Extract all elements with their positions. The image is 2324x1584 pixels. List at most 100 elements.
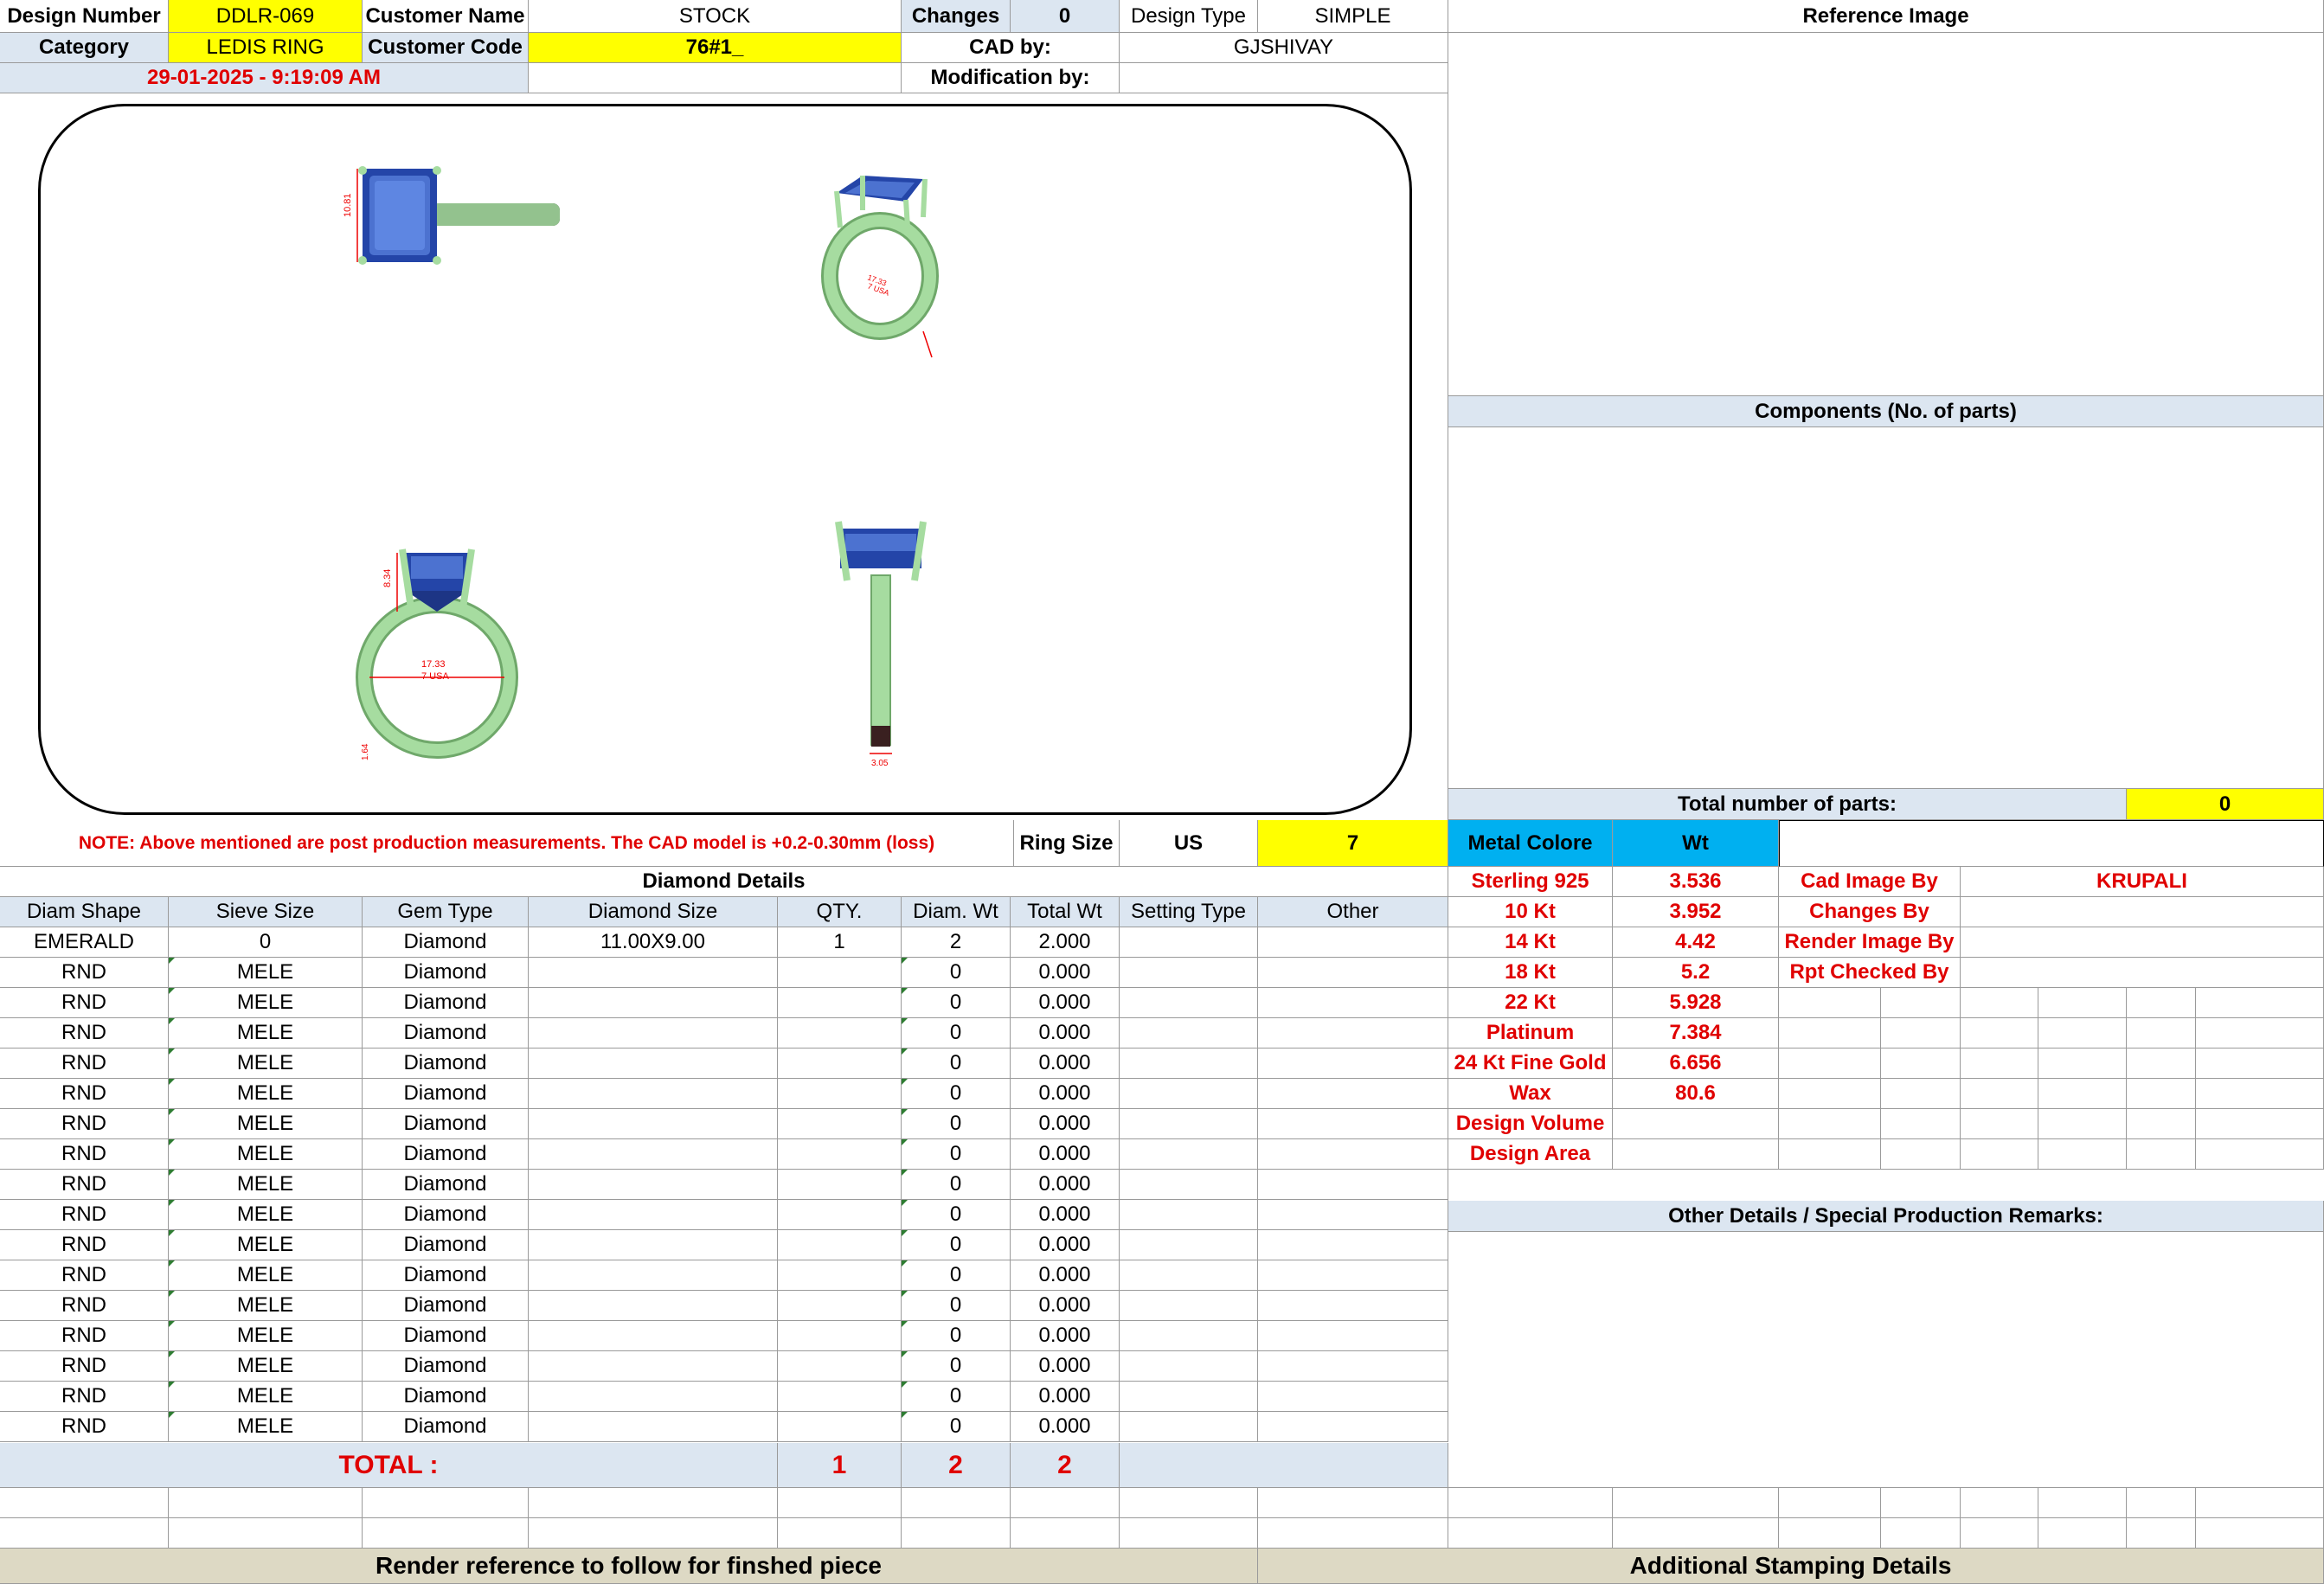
grid-cell[interactable]	[1011, 1488, 1120, 1518]
grid-cell[interactable]	[1779, 1109, 1881, 1139]
diamond-cell[interactable]	[529, 1018, 778, 1049]
diamond-cell[interactable]	[778, 1139, 902, 1170]
diamond-cell[interactable]: 0.000	[1011, 1230, 1120, 1260]
grid-cell[interactable]	[1779, 1139, 1881, 1170]
diamond-cell[interactable]: RND	[0, 1200, 169, 1230]
grid-cell[interactable]	[1881, 1518, 1961, 1549]
diamond-cell[interactable]	[1120, 1049, 1258, 1079]
metal-weight[interactable]: 6.656	[1613, 1049, 1779, 1079]
diamond-cell[interactable]	[1258, 1412, 1448, 1442]
diamond-cell[interactable]: EMERALD	[0, 927, 169, 958]
diamond-cell[interactable]: 0.000	[1011, 1260, 1120, 1291]
grid-cell[interactable]	[1961, 1018, 2038, 1049]
diamond-cell[interactable]: 0.000	[1011, 988, 1120, 1018]
diamond-cell[interactable]	[1120, 988, 1258, 1018]
grid-cell[interactable]	[2196, 1018, 2324, 1049]
credit-value[interactable]	[1961, 897, 2324, 927]
grid-cell[interactable]	[1961, 1109, 2038, 1139]
diamond-cell[interactable]	[778, 1382, 902, 1412]
diamond-cell[interactable]: 0.000	[1011, 958, 1120, 988]
grid-cell[interactable]	[1881, 988, 1961, 1018]
customer-code-value[interactable]: 76#1_	[529, 33, 902, 63]
diamond-cell[interactable]: RND	[0, 1382, 169, 1412]
diamond-cell[interactable]: MELE	[169, 1260, 363, 1291]
credit-value[interactable]: KRUPALI	[1961, 867, 2324, 897]
grid-cell[interactable]	[169, 1518, 363, 1549]
credit-value[interactable]	[1961, 958, 2324, 988]
diamond-cell[interactable]	[529, 988, 778, 1018]
diamond-cell[interactable]	[1258, 988, 1448, 1018]
diamond-cell[interactable]	[529, 1109, 778, 1139]
grid-cell[interactable]	[1779, 1049, 1881, 1079]
diamond-cell[interactable]	[778, 958, 902, 988]
diamond-cell[interactable]: MELE	[169, 1049, 363, 1079]
grid-cell[interactable]	[1961, 1488, 2038, 1518]
grid-cell[interactable]	[778, 1518, 902, 1549]
diamond-cell[interactable]: MELE	[169, 1018, 363, 1049]
grid-cell[interactable]	[1779, 1018, 1881, 1049]
diamond-cell[interactable]	[529, 1230, 778, 1260]
diamond-cell[interactable]: MELE	[169, 1230, 363, 1260]
diamond-cell[interactable]: RND	[0, 1018, 169, 1049]
grid-cell[interactable]	[363, 1488, 529, 1518]
grid-cell[interactable]	[2196, 1079, 2324, 1109]
diamond-cell[interactable]: MELE	[169, 1170, 363, 1200]
diamond-cell[interactable]: Diamond	[363, 1230, 529, 1260]
diamond-cell[interactable]	[778, 1049, 902, 1079]
diamond-cell[interactable]: 11.00X9.00	[529, 927, 778, 958]
grid-cell[interactable]	[2038, 1109, 2127, 1139]
diamond-cell[interactable]: RND	[0, 988, 169, 1018]
grid-cell[interactable]	[2196, 988, 2324, 1018]
grid-cell[interactable]	[1258, 1518, 1448, 1549]
diamond-cell[interactable]: Diamond	[363, 988, 529, 1018]
diamond-cell[interactable]: MELE	[169, 1079, 363, 1109]
grid-cell[interactable]	[1881, 1079, 1961, 1109]
grid-cell[interactable]	[1779, 988, 1881, 1018]
diamond-cell[interactable]	[1120, 1321, 1258, 1351]
metal-weight[interactable]	[1613, 1109, 1779, 1139]
diamond-cell[interactable]: 0	[902, 1018, 1011, 1049]
diamond-cell[interactable]	[1258, 1139, 1448, 1170]
grid-cell[interactable]	[529, 1518, 778, 1549]
diamond-cell[interactable]: 0.000	[1011, 1079, 1120, 1109]
grid-cell[interactable]	[1961, 1139, 2038, 1170]
diamond-cell[interactable]	[1120, 1260, 1258, 1291]
diamond-cell[interactable]	[1120, 1079, 1258, 1109]
diamond-cell[interactable]: 0.000	[1011, 1049, 1120, 1079]
diamond-cell[interactable]: 0	[902, 1079, 1011, 1109]
diamond-cell[interactable]	[529, 1200, 778, 1230]
diamond-cell[interactable]	[1258, 1109, 1448, 1139]
diamond-cell[interactable]	[1258, 1260, 1448, 1291]
grid-cell[interactable]	[2127, 1079, 2196, 1109]
metal-weight[interactable]: 3.536	[1613, 867, 1779, 897]
diamond-cell[interactable]	[1120, 1291, 1258, 1321]
total-parts-value[interactable]: 0	[2127, 789, 2324, 820]
diamond-cell[interactable]: MELE	[169, 1291, 363, 1321]
diamond-cell[interactable]: 0.000	[1011, 1109, 1120, 1139]
grid-cell[interactable]	[1779, 1488, 1881, 1518]
grid-cell[interactable]	[2196, 1139, 2324, 1170]
grid-cell[interactable]	[2196, 1518, 2324, 1549]
diamond-cell[interactable]	[778, 988, 902, 1018]
diamond-cell[interactable]	[1258, 1079, 1448, 1109]
diamond-cell[interactable]: 2.000	[1011, 927, 1120, 958]
diamond-cell[interactable]	[529, 1321, 778, 1351]
diamond-cell[interactable]: Diamond	[363, 927, 529, 958]
diamond-cell[interactable]: MELE	[169, 1200, 363, 1230]
diamond-cell[interactable]: 0	[902, 1382, 1011, 1412]
diamond-cell[interactable]	[529, 1351, 778, 1382]
metal-weight[interactable]: 7.384	[1613, 1018, 1779, 1049]
diamond-cell[interactable]: Diamond	[363, 1200, 529, 1230]
grid-cell[interactable]	[1961, 1049, 2038, 1079]
grid-cell[interactable]	[1961, 988, 2038, 1018]
diamond-cell[interactable]: RND	[0, 1049, 169, 1079]
diamond-cell[interactable]: 0	[902, 1351, 1011, 1382]
grid-cell[interactable]	[1881, 1018, 1961, 1049]
grid-cell[interactable]	[902, 1518, 1011, 1549]
grid-cell[interactable]	[2038, 1139, 2127, 1170]
grid-cell[interactable]	[2038, 1488, 2127, 1518]
diamond-cell[interactable]	[1120, 1412, 1258, 1442]
diamond-cell[interactable]	[529, 1382, 778, 1412]
diamond-cell[interactable]	[778, 1351, 902, 1382]
diamond-cell[interactable]	[529, 1291, 778, 1321]
